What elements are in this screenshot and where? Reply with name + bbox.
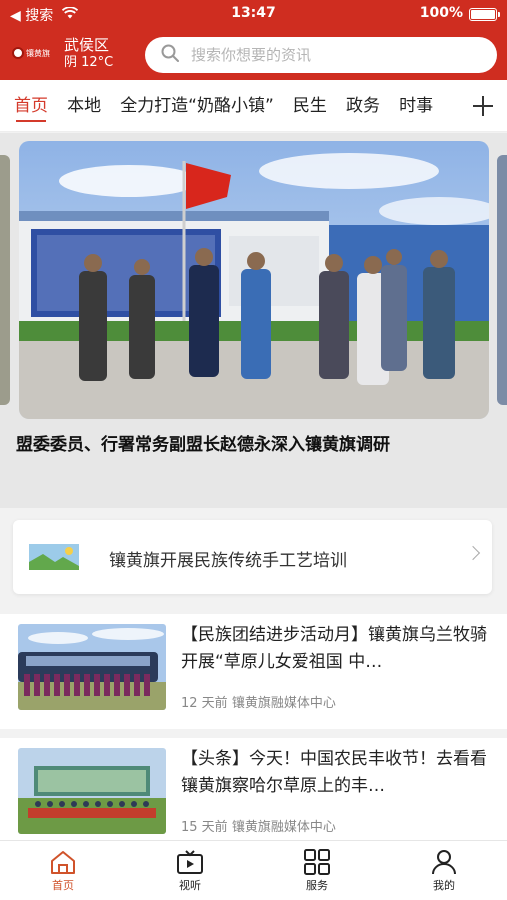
category-tabs: 首页 本地 全力打造“奶酪小镇” 民生 政务 时事 <box>0 80 507 132</box>
tab-local[interactable]: 本地 <box>67 80 101 132</box>
nav-services-label: 服务 <box>306 879 328 892</box>
news-thumbnail[interactable] <box>18 624 166 710</box>
news-source: 镶黄旗融媒体中心 <box>231 820 336 835</box>
news-source: 镶黄旗融媒体中心 <box>231 696 336 711</box>
bottom-tab-bar: 首页 视听 服务 我的 <box>0 840 507 900</box>
tab-cheese-town[interactable]: 全力打造“奶酪小镇” <box>120 80 274 132</box>
news-meta: 12 天前 镶黄旗融媒体中心 <box>181 692 336 711</box>
chevron-right-icon <box>465 545 481 561</box>
app-logo[interactable]: 镶黄旗 <box>12 40 56 66</box>
tab-current-affairs[interactable]: 时事 <box>399 80 433 132</box>
news-title[interactable]: 【头条】今天！中国农民丰收节！去看看镶黄旗察哈尔草原上的丰… <box>181 746 493 800</box>
image-placeholder-icon <box>29 544 79 574</box>
logo-text: 镶黄旗 <box>26 48 50 58</box>
battery-icon <box>469 8 500 21</box>
category-tabs-scroll[interactable]: 首页 本地 全力打造“奶酪小镇” 民生 政务 时事 <box>0 80 456 132</box>
nav-profile-label: 我的 <box>433 879 455 892</box>
battery-percent: 100% <box>419 5 463 21</box>
search-input[interactable] <box>191 46 471 64</box>
news-time: 15 天前 <box>181 820 228 835</box>
nav-home[interactable]: 首页 <box>23 849 103 899</box>
nav-video[interactable]: 视听 <box>150 849 230 899</box>
news-meta: 15 天前 镶黄旗融媒体中心 <box>181 816 336 835</box>
news-time: 12 天前 <box>181 696 228 711</box>
previous-slide-peek[interactable] <box>0 155 10 405</box>
nav-services[interactable]: 服务 <box>277 849 357 899</box>
app-header: ◀ 搜索 13:47 100% 镶黄旗 武侯区 阴 12°C <box>0 0 507 80</box>
add-channel-icon[interactable] <box>469 92 497 120</box>
user-icon <box>404 849 484 875</box>
nav-video-label: 视听 <box>179 879 201 892</box>
news-item[interactable]: 【民族团结进步活动月】镶黄旗乌兰牧骑开展“草原儿女爱祖国 中… 12 天前 镶黄… <box>0 614 507 729</box>
news-thumbnail[interactable] <box>18 748 166 834</box>
tab-government[interactable]: 政务 <box>346 80 380 132</box>
logo-mark-icon <box>12 47 24 59</box>
nav-home-label: 首页 <box>52 879 74 892</box>
status-bar: ◀ 搜索 13:47 100% <box>0 0 507 28</box>
search-bar[interactable] <box>145 37 497 73</box>
video-icon <box>150 849 230 875</box>
search-icon <box>161 44 179 66</box>
hero-photo[interactable] <box>19 141 489 419</box>
news-item[interactable]: 【头条】今天！中国农民丰收节！去看看镶黄旗察哈尔草原上的丰… 15 天前 镶黄旗… <box>0 738 507 853</box>
tab-home[interactable]: 首页 <box>14 80 48 132</box>
tab-livelihood[interactable]: 民生 <box>293 80 327 132</box>
news-title[interactable]: 【民族团结进步活动月】镶黄旗乌兰牧骑开展“草原儿女爱祖国 中… <box>181 622 493 676</box>
next-slide-peek[interactable] <box>497 155 507 405</box>
nav-profile[interactable]: 我的 <box>404 849 484 899</box>
hero-headline[interactable]: 盟委委员、行署常务副盟长赵德永深入镶黄旗调研 <box>16 433 496 457</box>
weather-label: 阴 12°C <box>64 55 114 70</box>
location-label[interactable]: 武侯区 <box>64 36 109 54</box>
hero-carousel[interactable]: 盟委委员、行署常务副盟长赵德永深入镶黄旗调研 <box>0 133 507 508</box>
grid-icon <box>277 849 357 875</box>
notice-text: 镶黄旗开展民族传统手工艺培训 <box>109 551 347 571</box>
home-icon <box>23 849 103 875</box>
notice-card[interactable]: 镶黄旗开展民族传统手工艺培训 <box>13 520 492 594</box>
